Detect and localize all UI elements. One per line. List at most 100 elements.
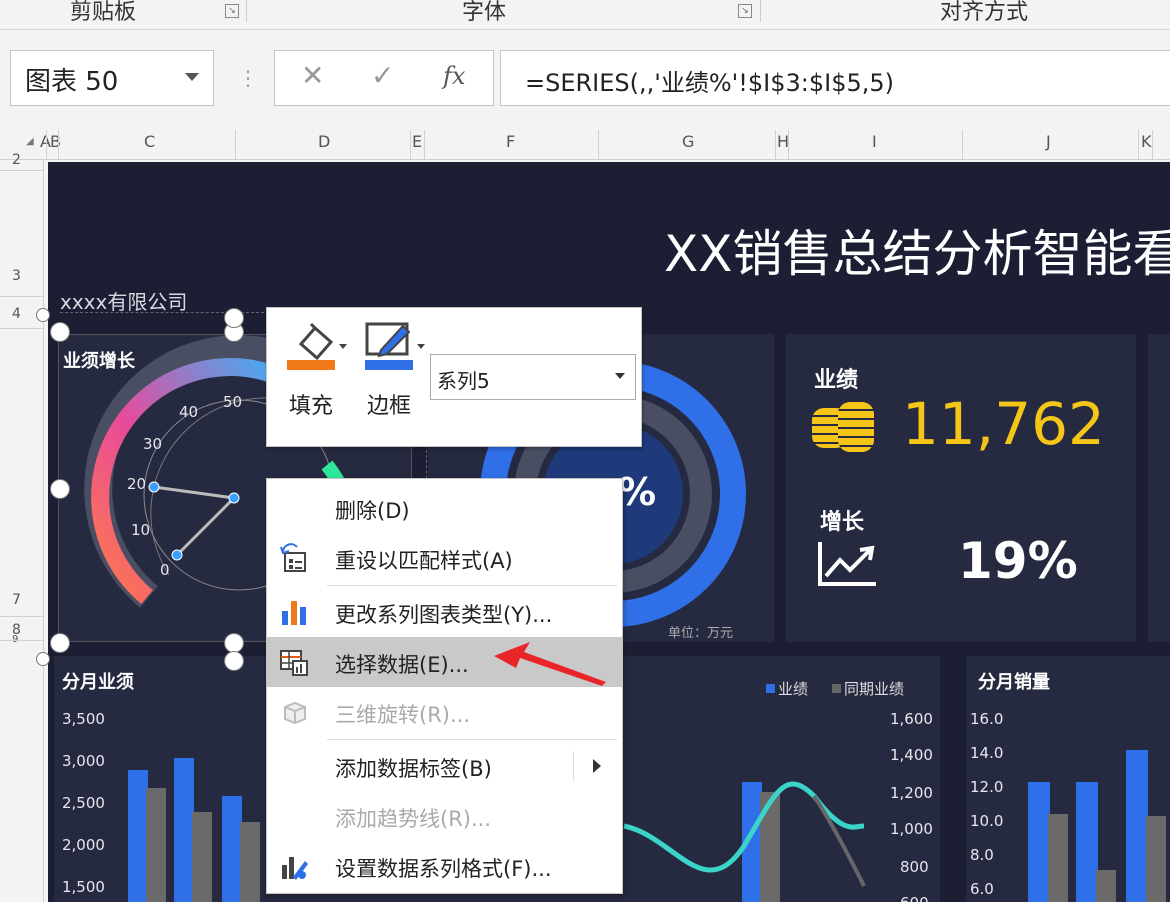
menu-item-change-chart-type[interactable]: 更改系列图表类型(Y)... [267, 587, 622, 637]
resize-handle[interactable] [36, 652, 50, 666]
bar-chart-icon [282, 601, 306, 625]
column-header-e[interactable]: E [412, 132, 422, 151]
fill-button[interactable] [287, 320, 347, 372]
name-box-value: 图表 50 [25, 67, 119, 97]
outline-button[interactable] [365, 320, 427, 372]
gauge-tick: 50 [223, 393, 243, 411]
menu-item-reset-style[interactable]: 重设以匹配样式(A) [267, 533, 622, 583]
menu-item-label: 重设以匹配样式(A) [335, 549, 513, 573]
column-divider [598, 130, 599, 160]
cancel-icon[interactable]: ✕ [301, 59, 324, 92]
ribbon-group-alignment: 对齐方式 [940, 0, 1029, 25]
column-header-i[interactable]: I [872, 132, 877, 151]
menu-item-label: 设置数据系列格式(F)... [335, 857, 552, 881]
resize-handle[interactable] [50, 322, 70, 342]
chart-bar [222, 796, 242, 902]
function-icon[interactable]: fx [443, 62, 465, 90]
column-header-j[interactable]: J [1046, 132, 1051, 151]
chart-bar [146, 788, 166, 902]
ribbon-divider [760, 0, 761, 22]
column-header-b[interactable]: B [50, 132, 61, 151]
column-header-d[interactable]: D [318, 132, 330, 151]
chart-bar [1126, 750, 1148, 902]
name-box[interactable]: 图表 50 [10, 50, 214, 106]
kpi-panel: 业绩 11,762 增长 19% [786, 334, 1136, 642]
select-data-icon [280, 650, 308, 676]
chevron-right-icon[interactable] [593, 759, 601, 773]
pen-icon [365, 322, 425, 370]
menu-divider [327, 585, 617, 586]
column-header-f[interactable]: F [506, 132, 515, 151]
column-divider [1138, 130, 1139, 160]
more-icon[interactable]: ⋮ [238, 66, 258, 90]
menu-item-label: 更改系列图表类型(Y)... [335, 603, 553, 627]
donut-value: % [618, 470, 657, 514]
sales-axis-tick: 12.0 [970, 778, 1004, 796]
select-all-corner[interactable]: ◢ [26, 136, 34, 147]
reset-style-icon [280, 543, 306, 572]
column-divider [788, 130, 789, 160]
spreadsheet-window: 剪贴板 ↘ 字体 ↘ 对齐方式 图表 50 ⋮ ✕ ✓ fx =SERIES(,… [0, 0, 1170, 902]
left-axis-tick: 2,000 [62, 836, 105, 854]
resize-handle[interactable] [224, 308, 244, 328]
menu-item-delete[interactable]: 删除(D) [267, 483, 622, 533]
kpi-panel-edge [1148, 334, 1170, 642]
chevron-down-icon[interactable] [615, 373, 625, 379]
chart-bar [174, 758, 194, 902]
left-axis-tick: 3,000 [62, 752, 105, 770]
menu-item-add-trendline: 添加趋势线(R)... [267, 791, 622, 841]
row-headers: 2 3 4 7 8 9 [0, 152, 44, 902]
resize-handle[interactable] [50, 479, 70, 499]
annotation-arrow [494, 642, 606, 686]
legend-label: 业绩 [778, 680, 809, 698]
column-divider [424, 130, 425, 160]
font-launcher-icon[interactable]: ↘ [738, 4, 752, 18]
data-point-handle[interactable] [171, 549, 183, 561]
menu-divider [327, 739, 617, 740]
left-axis-tick: 2,500 [62, 794, 105, 812]
data-point-handle[interactable] [148, 481, 160, 493]
submenu-divider [573, 751, 574, 781]
row-header-7[interactable]: 7 [12, 592, 21, 608]
perf-value: 11,762 [902, 390, 1105, 458]
trend-up-icon [818, 542, 876, 586]
monthly-sales-chart[interactable]: 分月销量 16.0 14.0 12.0 10.0 8.0 6.0 [966, 656, 1170, 902]
column-headers: ◢ A B C D E F G H I J K [0, 130, 1170, 160]
row-header-4[interactable]: 4 [12, 306, 21, 322]
gauge-needle [153, 485, 238, 557]
right-axis-tick: 800 [900, 858, 929, 876]
menu-item-add-data-labels[interactable]: 添加数据标签(B) [267, 741, 622, 791]
legend-swatch [832, 684, 841, 693]
row-divider [0, 170, 44, 171]
resize-handle[interactable] [50, 633, 70, 653]
right-axis-tick: 600 [900, 894, 929, 902]
resize-handle[interactable] [224, 651, 244, 671]
row-header-2[interactable]: 2 [12, 152, 21, 168]
resize-handle[interactable] [36, 308, 50, 322]
right-axis-tick: 1,600 [890, 710, 933, 728]
sales-axis-tick: 10.0 [970, 812, 1004, 830]
formula-input[interactable]: =SERIES(,,'业绩%'!$I$3:$I$5,5) [500, 50, 1170, 106]
growth-label: 增长 [820, 510, 865, 535]
chevron-down-icon[interactable] [185, 73, 199, 81]
resize-handle[interactable] [224, 633, 244, 653]
gauge-tick: 30 [143, 435, 163, 453]
data-point-handle[interactable] [228, 492, 240, 504]
company-name: xxxx有限公司 [60, 290, 188, 314]
enter-icon[interactable]: ✓ [371, 59, 394, 92]
formula-bar-area: 图表 50 ⋮ ✕ ✓ fx =SERIES(,,'业绩%'!$I$3:$I$5… [0, 30, 1170, 130]
clipboard-launcher-icon[interactable]: ↘ [225, 4, 239, 18]
legend-label: 同期业绩 [844, 680, 905, 698]
left-axis-tick: 3,500 [62, 710, 105, 728]
menu-item-format-series[interactable]: 设置数据系列格式(F)... [267, 841, 622, 891]
column-header-c[interactable]: C [144, 132, 155, 151]
menu-item-label: 添加数据标签(B) [335, 757, 492, 781]
series-selector[interactable]: 系列5 [430, 354, 636, 400]
row-header-3[interactable]: 3 [12, 268, 21, 284]
column-divider [775, 130, 776, 160]
column-header-k[interactable]: K [1141, 132, 1152, 151]
column-divider [410, 130, 411, 160]
column-header-g[interactable]: G [682, 132, 694, 151]
growth-value: 19% [958, 532, 1078, 590]
mini-toolbar: 填充 边框 系列5 [266, 307, 642, 447]
